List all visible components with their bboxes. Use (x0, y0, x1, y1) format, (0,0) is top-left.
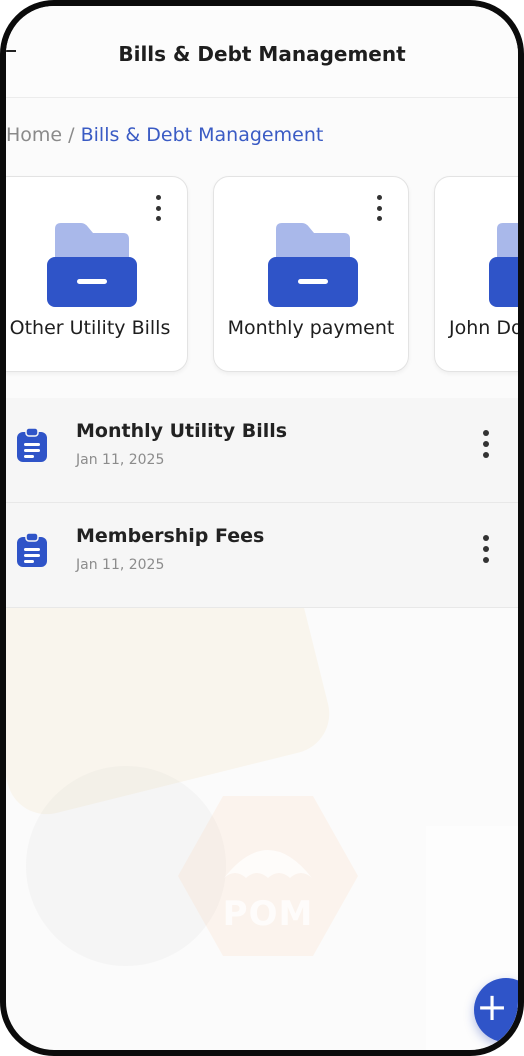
page-title: Bills & Debt Management (118, 41, 406, 66)
list-item[interactable]: Monthly Utility Bills Jan 11, 2025 (6, 398, 518, 503)
document-icon (17, 533, 47, 567)
more-vertical-icon[interactable] (151, 195, 165, 221)
folder-carousel[interactable]: Other Utility Bills Monthly payment John… (6, 172, 518, 378)
document-title: Membership Fees (76, 525, 265, 547)
folder-card[interactable]: Monthly payment (213, 176, 409, 372)
folder-icon (47, 223, 137, 307)
more-vertical-icon[interactable] (372, 195, 386, 221)
background-round-shape (26, 766, 226, 966)
add-button[interactable]: + (474, 978, 518, 1042)
folder-icon (268, 223, 358, 307)
folder-label: John Do (449, 317, 518, 339)
umbrella-icon (224, 850, 312, 878)
phone-frame: POM Bills & Debt Management Home / Bills… (0, 0, 524, 1056)
folder-card[interactable]: John Do (434, 176, 518, 372)
more-vertical-icon[interactable] (480, 430, 492, 458)
folder-label: Monthly payment (227, 317, 395, 339)
app-header: Bills & Debt Management (6, 6, 518, 98)
folder-card[interactable]: Other Utility Bills (6, 176, 188, 372)
folder-label: Other Utility Bills (9, 317, 171, 339)
breadcrumb-current: Bills & Debt Management (80, 124, 324, 146)
background-logo-hexagon (178, 796, 358, 956)
breadcrumb: Home / Bills & Debt Management (6, 124, 323, 146)
document-icon (17, 428, 47, 462)
document-list: Monthly Utility Bills Jan 11, 2025 Membe… (6, 398, 518, 608)
list-item[interactable]: Membership Fees Jan 11, 2025 (6, 503, 518, 608)
breadcrumb-home[interactable]: Home (6, 124, 62, 146)
document-title: Monthly Utility Bills (76, 420, 288, 442)
document-date: Jan 11, 2025 (76, 452, 165, 468)
background-logo-text: POM (222, 894, 314, 934)
folder-icon (489, 223, 518, 307)
plus-icon: + (476, 985, 508, 1029)
document-date: Jan 11, 2025 (76, 557, 165, 573)
more-vertical-icon[interactable] (480, 535, 492, 563)
back-arrow-icon[interactable] (6, 50, 16, 52)
breadcrumb-separator: / (68, 124, 75, 146)
